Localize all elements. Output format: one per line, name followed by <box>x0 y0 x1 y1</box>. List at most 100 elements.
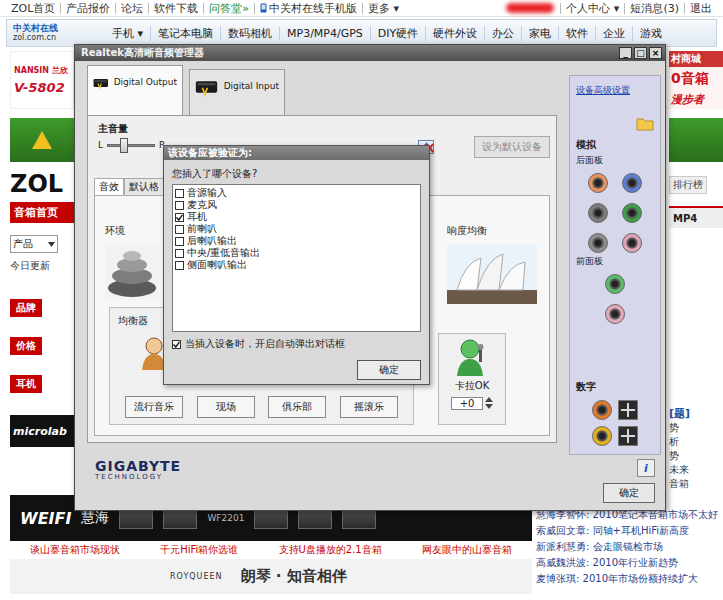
checkbox[interactable] <box>175 249 184 258</box>
coax-jack[interactable] <box>592 400 612 420</box>
info-button[interactable]: i <box>637 459 655 477</box>
slider-thumb[interactable] <box>120 138 128 153</box>
top-link[interactable]: ZOL首页 <box>6 3 60 14</box>
article-link[interactable]: 千元HiFi箱你选谁 <box>160 543 238 557</box>
article-snippet[interactable]: 势 <box>669 449 723 463</box>
preset-button[interactable]: 流行音乐 <box>125 396 183 418</box>
top-link[interactable]: 问答堂» <box>203 3 254 14</box>
folder-button[interactable] <box>636 117 654 134</box>
nav-item[interactable]: DIY硬件 <box>370 26 425 41</box>
article-snippet[interactable]: 势 <box>669 421 723 435</box>
volume-slider-row: LR <box>98 140 165 150</box>
check-icon <box>176 214 183 221</box>
user-link[interactable]: 个人中心 ▾ <box>560 3 624 14</box>
device-option[interactable]: 音源输入 <box>175 187 418 199</box>
nav-item[interactable]: 家电 <box>521 26 558 41</box>
site-logo[interactable]: 中关村在线zol.com.cn <box>7 24 87 43</box>
article-link[interactable]: 谈山寨音箱市场现状 <box>30 543 120 557</box>
device-option[interactable]: 麦克风 <box>175 199 418 211</box>
jack[interactable] <box>622 203 642 223</box>
top-link[interactable]: 软件下载 <box>148 3 203 14</box>
device-option[interactable]: 侧面喇叭输出 <box>175 259 418 271</box>
top-link[interactable]: 产品报价 <box>60 3 115 14</box>
checkbox[interactable] <box>175 237 184 246</box>
advanced-settings-link[interactable]: 设备高级设置 <box>576 84 654 97</box>
mall-ad[interactable]: 村商城0音箱漫步者 <box>669 51 723 109</box>
more-link[interactable]: 更多 ▾ <box>362 3 404 14</box>
channel-tab[interactable]: 音箱首页 <box>10 202 74 223</box>
karaoke-icon <box>455 338 489 376</box>
article-links: 谈山寨音箱市场现状 千元HiFi箱你选谁 支持U盘播放的2.1音箱 网友眼中的山寨音箱 <box>10 541 532 559</box>
auto-popup-option[interactable]: 当插入设备时，开启自动弹出对话框 <box>172 338 421 350</box>
device-tab[interactable]: Digital Input <box>189 69 285 115</box>
microlab-ad[interactable]: microlab <box>10 415 74 447</box>
rank-tab[interactable]: 排行榜 <box>669 176 707 194</box>
article-link[interactable]: 网友眼中的山寨音箱 <box>422 543 512 557</box>
green-ad[interactable] <box>10 118 74 162</box>
preset-button[interactable]: 现场 <box>197 396 255 418</box>
checkbox[interactable] <box>175 261 184 270</box>
news-item[interactable]: 新派利慧勇: 会走眼镜检市场 <box>536 539 721 555</box>
nav-item[interactable]: 游戏 <box>632 26 669 41</box>
news-item[interactable]: 麦博张琪: 2010年市场份额持续扩大 <box>536 571 721 587</box>
top-link[interactable]: 论坛 <box>115 3 148 14</box>
mobile-link[interactable]: 中关村在线手机版 <box>254 3 362 14</box>
volume-slider[interactable] <box>107 144 155 147</box>
user-link[interactable]: 短消息(3) <box>624 3 684 14</box>
checkbox[interactable] <box>175 225 184 234</box>
device-option[interactable]: 耳机 <box>175 211 418 223</box>
spin-arrows-icon[interactable] <box>485 396 493 410</box>
product-select[interactable]: 产品 <box>10 235 58 253</box>
jack[interactable] <box>622 173 642 193</box>
news-item[interactable]: 索威回文章: 同轴+耳机HiFi新高度 <box>536 523 721 539</box>
checkbox[interactable] <box>175 189 184 198</box>
karaoke-value[interactable]: +0 <box>451 397 483 410</box>
coax-jack[interactable] <box>592 426 612 446</box>
zol-logo: ZOL <box>10 170 74 198</box>
nav-item[interactable]: 笔记本电脑 <box>150 26 220 41</box>
jack[interactable] <box>588 233 608 253</box>
royqueen-ad[interactable]: ROYQUEEN朗琴 · 知音相伴 <box>10 559 532 594</box>
nav-item[interactable]: MP3/MP4/GPS <box>279 27 370 40</box>
device-option[interactable]: 中央/重低音输出 <box>175 247 418 259</box>
article-link[interactable]: 支持U盘播放的2.1音箱 <box>279 543 382 557</box>
green-banner[interactable] <box>669 118 723 162</box>
device-label: 后喇叭输出 <box>187 235 237 247</box>
article-snippet[interactable]: 析 <box>669 435 723 449</box>
preset-button[interactable]: 摇滚乐 <box>340 396 398 418</box>
nav-item[interactable]: 手机 ▾ <box>105 26 150 41</box>
article-snippet[interactable]: 未来 <box>669 463 723 477</box>
nav-item[interactable]: 企业 <box>595 26 632 41</box>
device-option[interactable]: 后喇叭输出 <box>175 235 418 247</box>
ok-button[interactable]: 确定 <box>603 483 655 503</box>
environment-label: 环境 <box>105 224 159 238</box>
nav-item[interactable]: 软件 <box>558 26 595 41</box>
jack[interactable] <box>605 304 625 324</box>
device-tab[interactable]: Digital Output <box>87 65 183 115</box>
checkbox[interactable] <box>172 340 181 349</box>
jack[interactable] <box>605 274 625 294</box>
nav-item[interactable]: 数码相机 <box>220 26 279 41</box>
jack[interactable] <box>588 173 608 193</box>
checkbox[interactable] <box>175 213 184 222</box>
nansin-ad[interactable]: NANSIN 兰欣V-5802 <box>10 51 74 109</box>
news-item[interactable]: 高威魏洪波: 2010年行业新趋势 <box>536 555 721 571</box>
checkbox[interactable] <box>175 201 184 210</box>
sub-tab[interactable]: 默认格 <box>124 178 164 195</box>
device-option[interactable]: 前喇叭 <box>175 223 418 235</box>
dialog-ok-button[interactable]: 确定 <box>357 360 421 380</box>
preset-button[interactable]: 俱乐部 <box>268 396 326 418</box>
window-control[interactable]: × <box>649 47 662 59</box>
sub-tab[interactable]: 音效 <box>94 178 124 195</box>
article-snippet[interactable]: 音箱 <box>669 477 723 491</box>
nav-item[interactable]: 办公 <box>484 26 521 41</box>
window-control[interactable]: _ <box>619 47 632 59</box>
window-control[interactable]: □ <box>634 47 647 59</box>
nav-item[interactable]: 硬件外设 <box>425 26 484 41</box>
user-link[interactable]: 退出 <box>684 3 717 14</box>
jack[interactable] <box>622 233 642 253</box>
mp4-tab[interactable]: MP4 <box>669 206 723 228</box>
filter-list: 品牌价格耳机 <box>10 299 74 393</box>
ad-line: 漫步者 <box>669 91 723 108</box>
jack[interactable] <box>588 203 608 223</box>
